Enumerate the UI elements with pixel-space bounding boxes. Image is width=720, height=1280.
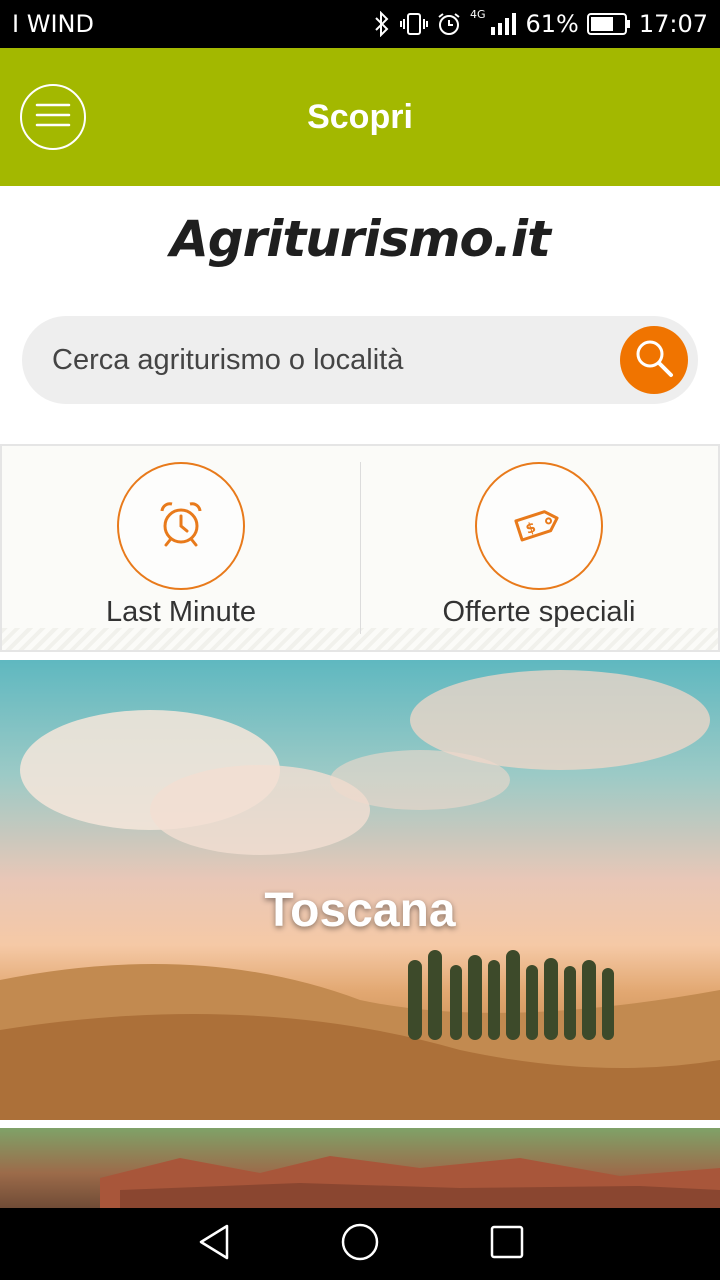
battery-percent: 61% — [525, 10, 579, 38]
recents-icon[interactable] — [489, 1224, 525, 1265]
region-card-toscana[interactable]: Toscana — [0, 660, 720, 1120]
bluetooth-icon — [372, 11, 392, 37]
alarm-icon — [436, 11, 462, 37]
search-icon — [632, 336, 676, 385]
svg-text:$: $ — [524, 519, 538, 537]
price-tag-icon: $ — [514, 504, 564, 549]
carrier-name: I WIND — [12, 10, 94, 38]
clock-time: 17:07 — [638, 10, 708, 38]
battery-icon — [586, 12, 631, 36]
back-icon[interactable] — [195, 1222, 231, 1267]
page-title: Scopri — [307, 97, 413, 136]
region-name: Toscana — [264, 883, 456, 937]
system-nav-bar — [0, 1208, 720, 1280]
quick-link-circle: $ — [475, 462, 603, 590]
quick-link-last-minute[interactable]: Last Minute — [2, 446, 360, 650]
region-card-second[interactable] — [0, 1128, 720, 1210]
vibrate-icon — [399, 11, 428, 37]
quick-link-label: Last Minute — [106, 596, 256, 628]
search-bar[interactable]: Cerca agriturismo o località — [22, 316, 698, 404]
quick-link-label: Offerte speciali — [442, 596, 636, 628]
search-button[interactable] — [620, 326, 688, 394]
signal-icon — [489, 11, 517, 37]
quick-links: Last Minute $ Offerte speciali — [0, 444, 720, 652]
quick-link-circle — [117, 462, 245, 590]
home-icon[interactable] — [340, 1222, 380, 1267]
network-type: 4G — [469, 7, 486, 21]
quick-link-offerte-speciali[interactable]: $ Offerte speciali — [360, 446, 718, 650]
app-bar: Scopri — [0, 48, 720, 186]
region-image — [100, 1156, 720, 1210]
brand-logo: Agriturismo.it — [170, 210, 551, 268]
search-input[interactable]: Cerca agriturismo o località — [52, 344, 403, 377]
status-bar: I WIND 4G 61% 17:07 — [0, 0, 720, 48]
hamburger-icon — [35, 102, 71, 133]
menu-button[interactable] — [20, 84, 86, 150]
alarm-clock-icon — [156, 499, 206, 554]
